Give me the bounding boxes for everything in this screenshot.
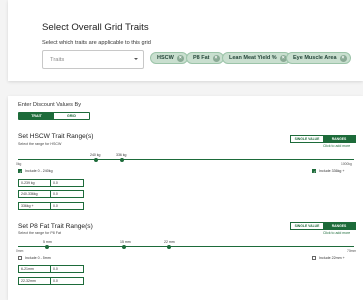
p8-mark-3: 22 mm [164,240,175,244]
traits-select-placeholder: Traits [50,57,65,63]
hscw-include-high[interactable]: Include 336kg + [312,169,345,174]
range-label: 6-21mm [19,266,51,272]
chip-hscw[interactable]: HSCW × [150,52,188,64]
p8-slider-thumb-2[interactable] [122,244,126,249]
chip-label: Lean Meat Yield % [229,55,277,61]
discount-value-input[interactable]: 0.0 [51,266,83,272]
close-icon[interactable]: × [176,54,184,62]
p8-include-high-label: Include 22mm + [319,256,345,260]
hscw-section-subtitle: Select the range for HSCW [18,142,62,146]
hscw-axis-max: 1000kg [341,162,352,166]
toggle-grid[interactable]: GRID [54,113,89,119]
checkbox-checked[interactable] [312,169,316,174]
hscw-click-add-more[interactable]: Click to add more [323,144,350,148]
close-icon[interactable]: × [339,54,347,62]
p8-range-row[interactable]: 6-21mm 0.0 [18,265,84,273]
p8-mark-2: 15 mm [120,240,131,244]
hscw-mode-toggle[interactable]: SINGLE VALUE RANGES [290,135,356,143]
single-value-option[interactable]: SINGLE VALUE [291,136,323,142]
chip-eye-muscle-area[interactable]: Eye Muscle Area × [286,52,351,64]
grid-traits-subtitle: Select which traits are applicable to th… [42,40,151,46]
p8-click-add-more[interactable]: Click to add more [323,231,350,235]
hscw-include-low-label: Include 0 - 240kg [25,169,53,173]
p8-include-low[interactable]: Include 0 - 5mm [18,256,51,260]
p8-axis-min: 0mm [16,249,24,253]
p8-include-low-label: Include 0 - 5mm [25,256,51,260]
ranges-option[interactable]: RANGES [323,136,355,142]
range-label: 0-239 kg [19,180,51,186]
p8-slider-thumb-1[interactable] [45,244,49,249]
p8-slider-thumb-3[interactable] [167,244,171,249]
hscw-slider-track[interactable] [18,159,354,160]
hscw-range-row[interactable]: 240-336kg 0.0 [18,190,84,198]
traits-select[interactable]: Traits [42,50,144,69]
discount-label: Enter Discount Values By [18,102,82,108]
discount-value-input[interactable]: 0.0 [51,203,83,209]
discount-toggle[interactable]: TRAIT GRID [18,112,90,120]
checkbox-checked[interactable] [18,169,22,174]
hscw-range-row[interactable]: 0-239 kg 0.0 [18,179,84,187]
range-label: 22-32mm [19,278,51,284]
discount-value-input[interactable]: 0.0 [51,278,83,284]
p8-slider-track[interactable] [18,246,354,247]
hscw-slider-thumb-low[interactable] [94,157,98,162]
chip-label: Eye Muscle Area [293,55,337,61]
hscw-mark-high: 336 kg [116,153,127,157]
checkbox-unchecked[interactable] [312,256,316,260]
hscw-include-high-label: Include 336kg + [319,169,345,173]
single-value-option[interactable]: SINGLE VALUE [291,223,323,229]
toggle-trait[interactable]: TRAIT [19,113,54,119]
p8-axis-max: 70mm [347,249,357,253]
discount-card: Enter Discount Values By TRAIT GRID Set … [8,96,363,300]
grid-traits-card: Select Overall Grid Traits Select which … [8,0,363,81]
hscw-range-row[interactable]: 336kg + 0.0 [18,202,84,210]
p8-section-subtitle: Select the range for P8 Fat [18,231,61,235]
hscw-section-title: Set HSCW Trait Range(s) [18,133,94,140]
checkbox-unchecked[interactable] [18,256,22,260]
chip-lean-meat-yield[interactable]: Lean Meat Yield % × [222,52,291,64]
p8-mark-1: 5 mm [43,240,52,244]
discount-value-input[interactable]: 0.0 [51,191,83,197]
chip-label: P8 Fat [193,55,210,61]
p8-section-title: Set P8 Fat Trait Range(s) [18,223,93,230]
hscw-axis-min: 0kg [16,162,22,166]
range-label: 240-336kg [19,191,51,197]
ranges-option[interactable]: RANGES [323,223,355,229]
chip-label: HSCW [157,55,174,61]
hscw-include-low[interactable]: Include 0 - 240kg [18,169,53,174]
p8-mode-toggle[interactable]: SINGLE VALUE RANGES [290,222,356,230]
chevron-down-icon [134,58,138,60]
hscw-slider-thumb-high[interactable] [120,157,124,162]
p8-include-high[interactable]: Include 22mm + [312,256,345,260]
hscw-mark-low: 240 kg [90,153,101,157]
close-icon[interactable]: × [212,54,220,62]
grid-traits-title: Select Overall Grid Traits [42,22,149,33]
chip-p8-fat[interactable]: P8 Fat × [186,52,224,64]
p8-range-row[interactable]: 22-32mm 0.0 [18,277,84,285]
range-label: 336kg + [19,203,51,209]
discount-value-input[interactable]: 0.0 [51,180,83,186]
